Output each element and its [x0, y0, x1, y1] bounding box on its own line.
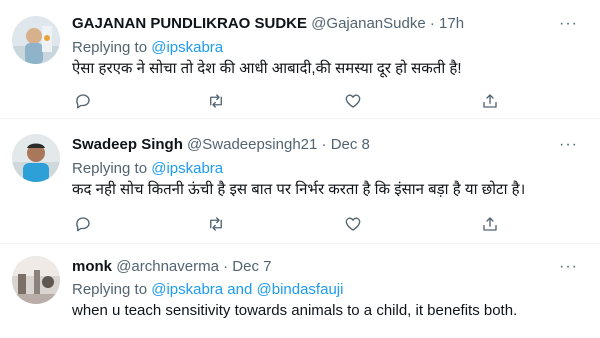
avatar[interactable]	[12, 16, 60, 64]
tweet-2[interactable]: Swadeep Singh @Swadeepsingh21 · Dec 8 ··…	[0, 119, 600, 243]
user-handle[interactable]: @archnaverma	[116, 258, 219, 275]
user-handle[interactable]: @Swadeepsingh21	[187, 136, 317, 153]
replying-label: Replying to	[72, 39, 148, 56]
retweet-icon[interactable]	[205, 90, 227, 112]
like-icon[interactable]	[342, 90, 364, 112]
more-icon[interactable]: ···	[559, 257, 578, 277]
timestamp[interactable]: · Dec 8	[322, 136, 370, 153]
tweet-3[interactable]: monk @archnaverma · Dec 7 ··· Replying t…	[0, 244, 600, 338]
user-handle[interactable]: @GajananSudke	[311, 15, 425, 32]
reply-icon[interactable]	[72, 90, 94, 112]
more-icon[interactable]: ···	[559, 135, 578, 155]
like-icon[interactable]	[342, 213, 364, 235]
tweet-text: ऐसा हरएक ने सोचा तो देश की आधी आबादी,की …	[72, 60, 462, 77]
replying-to: Replying to @ipskabra	[72, 38, 223, 58]
action-bar	[72, 90, 522, 112]
display-name[interactable]: Swadeep Singh	[72, 136, 183, 153]
display-name[interactable]: GAJANAN PUNDLIKRAO SUDKE	[72, 15, 307, 32]
replying-label: Replying to	[72, 160, 148, 177]
more-icon[interactable]: ···	[559, 14, 578, 34]
replying-label: Replying to	[72, 281, 148, 298]
share-icon[interactable]	[479, 90, 501, 112]
replying-to: Replying to @ipskabra and @bindasfauji	[72, 280, 343, 300]
reply-icon[interactable]	[72, 213, 94, 235]
mention-link[interactable]: @ipskabra	[151, 39, 223, 56]
avatar[interactable]	[12, 256, 60, 304]
timestamp[interactable]: · 17h	[430, 15, 464, 32]
replying-to: Replying to @ipskabra	[72, 159, 223, 179]
tweet-1[interactable]: GAJANAN PUNDLIKRAO SUDKE @GajananSudke ·…	[0, 0, 600, 118]
timestamp[interactable]: · Dec 7	[223, 258, 271, 275]
share-icon[interactable]	[479, 213, 501, 235]
mention-link[interactable]: @ipskabra and @bindasfauji	[151, 281, 343, 298]
tweet-text: कद नही सोच कितनी ऊंची है इस बात पर निर्भ…	[72, 181, 526, 198]
avatar[interactable]	[12, 134, 60, 182]
tweet-text: when u teach sensitivity towards animals…	[72, 302, 518, 319]
mention-link[interactable]: @ipskabra	[151, 160, 223, 177]
action-bar	[72, 213, 522, 235]
display-name[interactable]: monk	[72, 258, 112, 275]
retweet-icon[interactable]	[205, 213, 227, 235]
